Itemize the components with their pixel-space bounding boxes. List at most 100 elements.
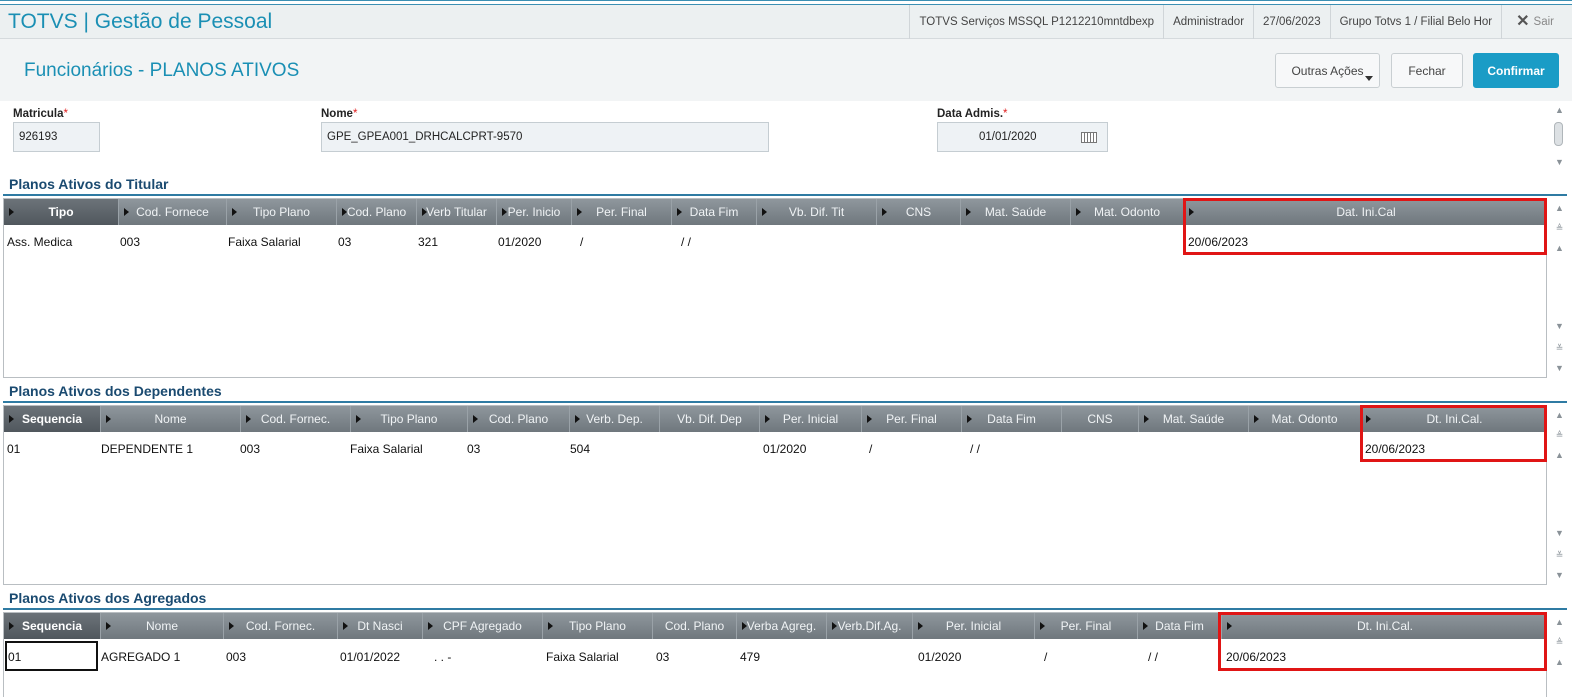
nome-field[interactable]: GPE_GPEA001_DRHCALCPRT-9570 <box>321 122 769 152</box>
table-cell: 504 <box>570 442 591 456</box>
sort-arrow-icon <box>246 415 251 423</box>
column-header[interactable]: Cod. Fornec. <box>224 613 338 639</box>
column-header[interactable]: Cod. Fornece <box>119 199 227 225</box>
admis-date-value: 01/01/2020 <box>979 131 1037 143</box>
user-info[interactable]: Administrador <box>1163 5 1253 39</box>
table-cell: / <box>869 442 873 456</box>
column-label: Mat. Saúde <box>984 205 1047 219</box>
scroll-up-icon[interactable]: ▲ <box>1553 242 1566 254</box>
column-header[interactable]: Nome <box>101 613 224 639</box>
scroll-down-icon[interactable]: ▼ <box>1553 156 1566 168</box>
column-header[interactable]: Sequencia <box>4 613 101 639</box>
scroll-bottom-icon[interactable]: ≚ <box>1553 549 1566 561</box>
branch-info[interactable]: Grupo Totvs 1 / Filial Belo Hor <box>1329 5 1502 39</box>
column-label: Cod. Fornec. <box>260 412 331 426</box>
grid-scrollbar[interactable]: ▲ ≜ ▲ <box>1553 616 1566 697</box>
form-scrollbar[interactable]: ▲ ▼ <box>1553 104 1566 168</box>
sort-arrow-icon <box>742 622 747 630</box>
column-header[interactable]: Mat. Odonto <box>1249 406 1361 432</box>
column-header[interactable]: Mat. Saúde <box>1139 406 1249 432</box>
column-label: Data Fim <box>689 205 739 219</box>
grid-scrollbar[interactable]: ▲ ≜ ▲ ▼ ≚ ▼ <box>1553 409 1566 585</box>
column-header[interactable]: Per. Inicial <box>913 613 1035 639</box>
sort-arrow-icon <box>9 415 14 423</box>
sort-arrow-icon <box>577 208 582 216</box>
scroll-up-icon[interactable]: ▲ <box>1553 409 1566 421</box>
grid-scrollbar[interactable]: ▲ ≜ ▲ ▼ ≚ ▼ <box>1553 202 1566 378</box>
column-header[interactable]: Per. Final <box>572 199 672 225</box>
section-divider <box>3 401 1567 403</box>
sort-arrow-icon <box>1144 415 1149 423</box>
table-cell: 003 <box>240 442 261 456</box>
column-header[interactable]: Sequencia <box>4 406 101 432</box>
column-header[interactable]: Dt Nasci <box>338 613 423 639</box>
logout-label: Sair <box>1533 16 1554 28</box>
column-header[interactable]: Per. Inicio <box>497 199 572 225</box>
column-header[interactable]: CNS <box>877 199 961 225</box>
column-header[interactable]: Data Fim <box>1138 613 1222 639</box>
column-header[interactable]: Tipo Plano <box>543 613 653 639</box>
matricula-label: Matricula* <box>13 108 68 120</box>
chevron-down-icon <box>1365 76 1373 81</box>
scroll-up-icon[interactable]: ▲ <box>1553 202 1566 214</box>
calendar-icon[interactable] <box>1081 132 1097 143</box>
scroll-down-icon[interactable]: ▼ <box>1553 320 1566 332</box>
scroll-down-icon[interactable]: ▼ <box>1553 527 1566 539</box>
column-header[interactable]: Verba Agreg. <box>737 613 827 639</box>
column-header[interactable]: Cod. Plano <box>653 613 737 639</box>
scroll-bottom-icon[interactable]: ≚ <box>1553 342 1566 354</box>
column-header[interactable]: Cod. Plano <box>337 199 417 225</box>
section-title-dependentes: Planos Ativos dos Dependentes <box>9 383 222 399</box>
column-header[interactable]: Per. Inicial <box>760 406 862 432</box>
column-header[interactable]: Verb Titular <box>417 199 497 225</box>
column-header[interactable]: CNS <box>1062 406 1139 432</box>
column-header[interactable]: Cod. Plano <box>468 406 570 432</box>
scroll-up-icon[interactable]: ▲ <box>1553 449 1566 461</box>
column-label: Mat. Odonto <box>1093 205 1161 219</box>
column-header[interactable]: Verb. Dep. <box>570 406 660 432</box>
column-header[interactable]: Data Fim <box>962 406 1062 432</box>
sort-arrow-icon <box>428 622 433 630</box>
admis-date-field[interactable]: 01/01/2020 <box>937 122 1108 152</box>
logout-button[interactable]: ✕ Sair <box>1501 5 1572 39</box>
column-label: Cod. Fornec. <box>245 619 316 633</box>
more-actions-button[interactable]: Outras Ações <box>1275 53 1380 88</box>
confirm-button[interactable]: Confirmar <box>1473 53 1559 88</box>
table-cell: 003 <box>226 650 247 664</box>
scroll-top-icon[interactable]: ≜ <box>1553 222 1566 234</box>
scroll-up-icon[interactable]: ▲ <box>1553 656 1566 668</box>
sort-arrow-icon <box>9 208 14 216</box>
highlight-box <box>1218 612 1547 671</box>
sort-arrow-icon <box>106 622 111 630</box>
column-header[interactable]: Per. Final <box>862 406 962 432</box>
column-header[interactable]: Mat. Saúde <box>961 199 1071 225</box>
scroll-top-icon[interactable]: ≜ <box>1553 429 1566 441</box>
scroll-down-icon[interactable]: ▼ <box>1553 569 1566 581</box>
column-label: Nome <box>154 412 187 426</box>
column-header[interactable]: Tipo Plano <box>351 406 468 432</box>
column-header[interactable]: Tipo <box>4 199 119 225</box>
column-header[interactable]: Data Fim <box>672 199 757 225</box>
column-label: Sequencia <box>21 412 83 426</box>
column-header[interactable]: Vb. Dif. Tit <box>757 199 877 225</box>
scroll-thumb[interactable] <box>1554 122 1563 146</box>
scroll-down-icon[interactable]: ▼ <box>1553 362 1566 374</box>
column-header[interactable]: Vb. Dif. Dep <box>660 406 760 432</box>
close-button[interactable]: Fechar <box>1391 53 1463 88</box>
highlight-box <box>1183 198 1547 255</box>
matricula-field[interactable]: 926193 <box>13 122 100 152</box>
column-header[interactable]: CPF Agregado <box>423 613 543 639</box>
column-header[interactable]: Per. Final <box>1035 613 1138 639</box>
app-info-bar: TOTVS Serviços MSSQL P1212210mntdbexp Ad… <box>909 5 1572 39</box>
column-header[interactable]: Nome <box>101 406 241 432</box>
column-header[interactable]: Tipo Plano <box>227 199 337 225</box>
scroll-up-icon[interactable]: ▲ <box>1553 104 1566 116</box>
sort-arrow-icon <box>967 415 972 423</box>
scroll-up-icon[interactable]: ▲ <box>1553 616 1566 628</box>
scroll-top-icon[interactable]: ≜ <box>1553 636 1566 648</box>
column-header[interactable]: Mat. Odonto <box>1071 199 1184 225</box>
nome-label: Nome* <box>321 108 357 120</box>
column-header[interactable]: Cod. Fornec. <box>241 406 351 432</box>
column-header[interactable]: Verb.Dif.Ag. <box>827 613 913 639</box>
table-cell: 03 <box>656 650 670 664</box>
